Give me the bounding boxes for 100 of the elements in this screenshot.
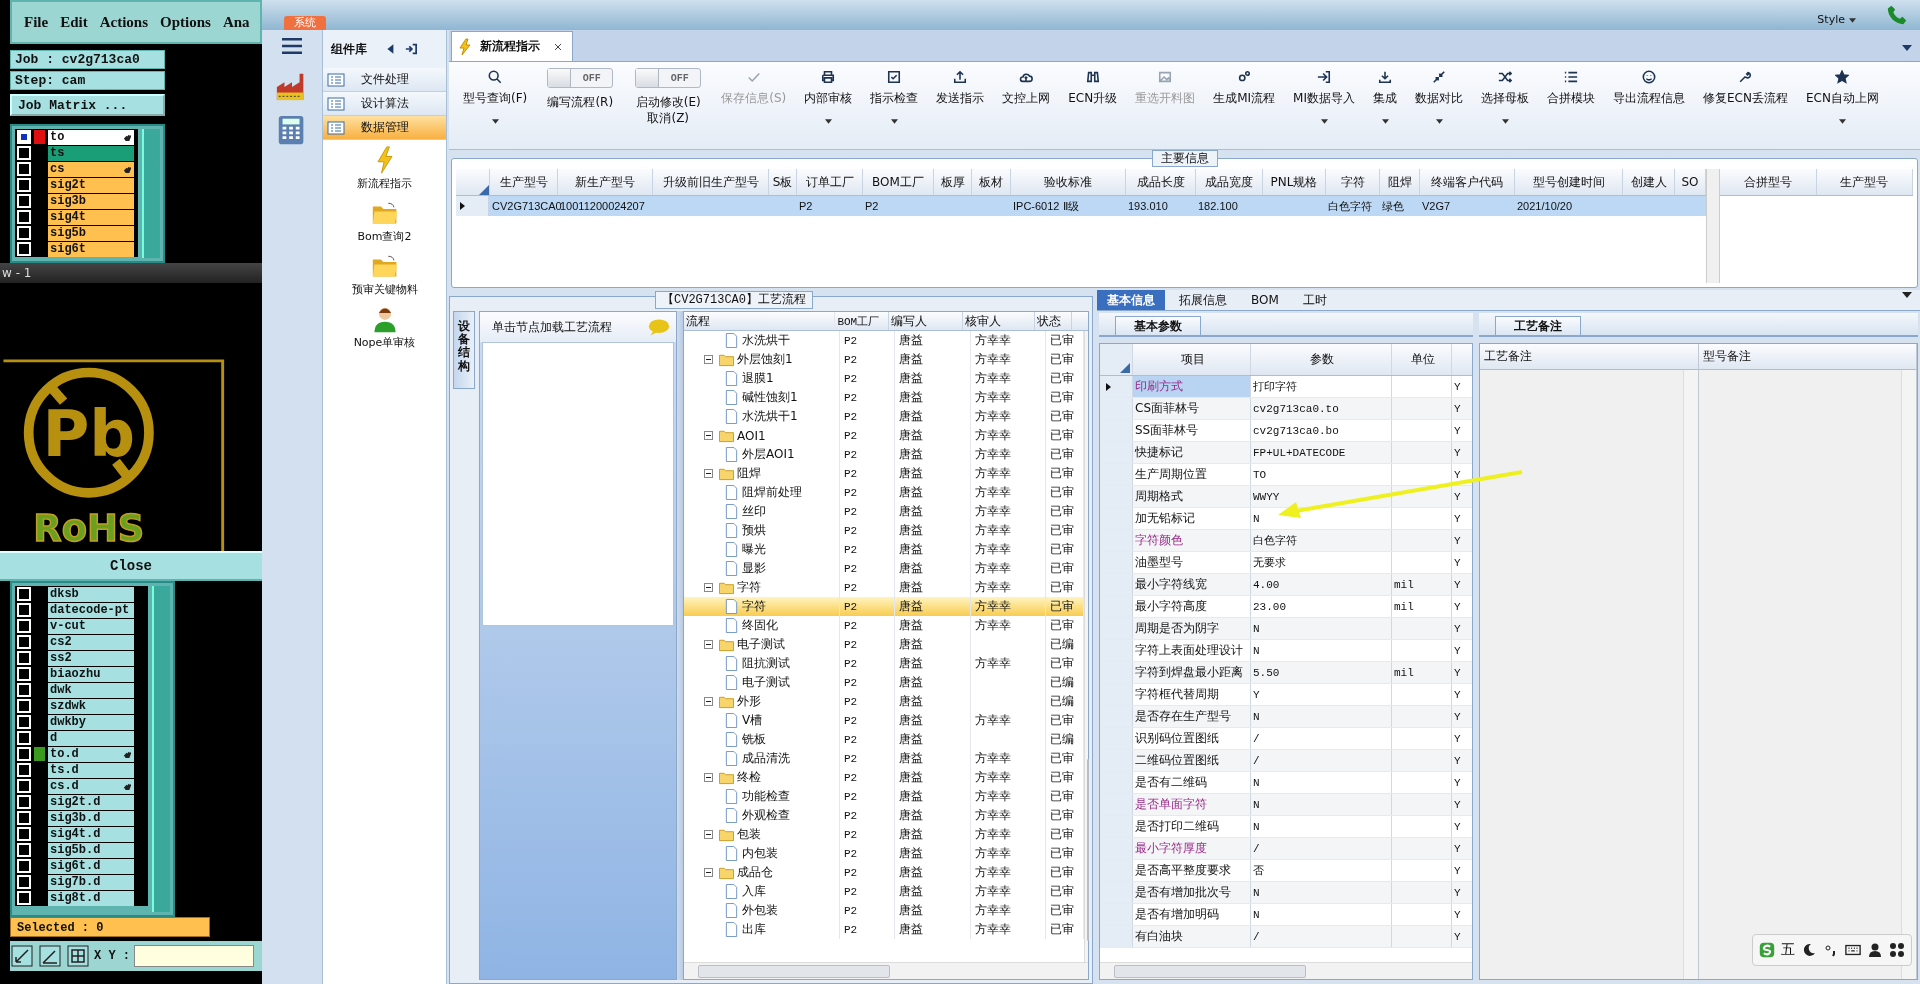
layer-name[interactable]: sig6t.d: [48, 858, 134, 874]
layer-name[interactable]: d: [48, 730, 134, 746]
layer-checkbox[interactable]: [17, 162, 31, 176]
tree-row[interactable]: 阻焊前处理 P2 唐益 方幸幸 已审: [684, 483, 1084, 502]
toolbar-button[interactable]: 数据对比: [1407, 68, 1471, 126]
tree-row[interactable]: V槽 P2 唐益 方幸幸 已审: [684, 711, 1084, 730]
panel-tab[interactable]: 基本信息: [1097, 290, 1165, 310]
layer-checkbox[interactable]: [17, 667, 31, 681]
tree-row[interactable]: 水洗烘干 P2 唐益 方幸幸 已审: [684, 331, 1084, 350]
table-row[interactable]: 是否存在生产型号 N Y: [1100, 706, 1472, 728]
toolbar-button[interactable]: 内部审核: [796, 68, 861, 126]
menu-item[interactable]: Actions: [99, 13, 148, 31]
collapse-toggle-icon[interactable]: [704, 355, 713, 364]
table-row[interactable]: 字符到焊盘最小距离 5.50 mil Y: [1100, 662, 1472, 684]
toolbar-button[interactable]: 合拼模块: [1539, 68, 1603, 109]
keyboard-icon[interactable]: [1845, 942, 1861, 958]
dropdown-icon[interactable]: [1902, 292, 1912, 298]
layer-checkbox[interactable]: [17, 194, 31, 208]
table-row[interactable]: 二维码位置图纸 / Y: [1100, 750, 1472, 772]
menu-icon[interactable]: [279, 36, 305, 56]
layer-checkbox[interactable]: [17, 699, 31, 713]
scrollbar[interactable]: [1682, 370, 1698, 979]
layer-checkbox[interactable]: [17, 811, 31, 825]
coordinate-field[interactable]: [134, 945, 254, 967]
layer-checkbox[interactable]: [17, 146, 31, 160]
column-header[interactable]: 升级前旧生产型号: [653, 169, 769, 195]
layer-checkbox[interactable]: [17, 715, 31, 729]
table-row[interactable]: 快捷标记 FP+UL+DATECODE Y: [1100, 442, 1472, 464]
zoom-fit-icon[interactable]: [10, 944, 34, 968]
toolbar-button[interactable]: 修复ECN丢流程: [1695, 68, 1796, 109]
tree-row[interactable]: 内包装 P2 唐益 方幸幸 已审: [684, 844, 1084, 863]
layer-checkbox[interactable]: [17, 587, 31, 601]
toolbar-button[interactable]: 型号查询(F): [455, 68, 536, 126]
tree-row[interactable]: 预烘 P2 唐益 方幸幸 已审: [684, 521, 1084, 540]
toolbar-button[interactable]: ECN自动上网: [1797, 68, 1887, 126]
column-header[interactable]: 终端客户代码: [1420, 169, 1515, 195]
style-menu[interactable]: Style: [1817, 13, 1856, 26]
layer-name[interactable]: v-cut: [48, 618, 134, 634]
layer-name[interactable]: sig5b.d: [48, 842, 134, 858]
column-header[interactable]: 型号创建时间: [1515, 169, 1623, 195]
document-tab[interactable]: 新流程指示: [451, 31, 573, 61]
menu-item[interactable]: File: [24, 13, 49, 31]
table-row[interactable]: CS面菲林号 cv2g713ca0.to Y: [1100, 398, 1472, 420]
layer-checkbox[interactable]: [17, 843, 31, 857]
table-row[interactable]: 是否单面字符 N Y: [1100, 794, 1472, 816]
layer-checkbox[interactable]: [17, 859, 31, 873]
layer-name[interactable]: biaozhu: [48, 666, 134, 682]
column-header[interactable]: BOM工厂: [835, 312, 889, 330]
layer-name[interactable]: sig2t.d: [48, 794, 134, 810]
panel-tab[interactable]: BOM: [1241, 290, 1289, 310]
column-header[interactable]: 单位: [1392, 344, 1452, 375]
layer-name[interactable]: sig8t.d: [48, 890, 134, 906]
tree-row[interactable]: 成品仓 P2 唐益 方幸幸 已审: [684, 863, 1084, 882]
column-header[interactable]: 参数: [1251, 344, 1392, 375]
horizontal-scrollbar[interactable]: [684, 962, 1088, 979]
layer-name[interactable]: datecode-pt: [48, 602, 134, 618]
collapse-toggle-icon[interactable]: [704, 830, 713, 839]
table-row[interactable]: CV2G713CA010011200024207 P2 P2 IPC-6012 Ⅱ级 193.010 182.100 白色字符 绿色 V2G7 2021/10/20: [456, 196, 1706, 216]
layer-name[interactable]: dwkby: [48, 714, 134, 730]
grid-icon[interactable]: [1889, 942, 1905, 958]
layer-name[interactable]: ts: [48, 145, 134, 161]
column-header[interactable]: 订单工厂: [797, 169, 863, 195]
tree-row[interactable]: 水洗烘干1 P2 唐益 方幸幸 已审: [684, 407, 1084, 426]
column-header[interactable]: 生产型号: [1816, 169, 1913, 195]
column-header[interactable]: 型号备注: [1698, 344, 1916, 370]
layer-name[interactable]: szdwk: [48, 698, 134, 714]
toolbar-button[interactable]: 文控上网: [994, 68, 1059, 109]
layer-checkbox[interactable]: [17, 210, 31, 224]
column-header[interactable]: 工艺备注: [1480, 344, 1698, 370]
grid-icon[interactable]: [66, 944, 90, 968]
s-logo-icon[interactable]: [1759, 942, 1775, 958]
tree-row[interactable]: 退膜1 P2 唐益 方幸幸 已审: [684, 369, 1084, 388]
layer-checkbox[interactable]: [17, 130, 31, 144]
layer-checkbox[interactable]: [17, 875, 31, 889]
phone-icon[interactable]: [1886, 4, 1908, 26]
tree-row[interactable]: 丝印 P2 唐益 方幸幸 已审: [684, 502, 1084, 521]
tree-row[interactable]: 字符 P2 唐益 方幸幸 已审: [684, 597, 1084, 616]
tree-row[interactable]: 入库 P2 唐益 方幸幸 已审: [684, 882, 1084, 901]
component-item[interactable]: Nope单审核: [353, 305, 416, 350]
column-header[interactable]: 板材: [972, 169, 1011, 195]
tree-row[interactable]: 外层AOI1 P2 唐益 方幸幸 已审: [684, 445, 1084, 464]
layer-name[interactable]: ts.d: [48, 762, 134, 778]
layer-checkbox[interactable]: [17, 242, 31, 256]
category-item[interactable]: 文件处理: [323, 68, 446, 92]
scrollbar[interactable]: [1901, 370, 1916, 979]
layer-checkbox[interactable]: [17, 763, 31, 777]
tree-row[interactable]: 阻抗测试 P2 唐益 方幸幸 已审: [684, 654, 1084, 673]
layer-checkbox[interactable]: [17, 603, 31, 617]
table-row[interactable]: 是否有增加批次号 N Y: [1100, 882, 1472, 904]
tree-row[interactable]: 碱性蚀刻1 P2 唐益 方幸幸 已审: [684, 388, 1084, 407]
layer-name[interactable]: sig4t: [48, 209, 134, 225]
collapse-toggle-icon[interactable]: [704, 868, 713, 877]
layer-name[interactable]: sig6t: [48, 241, 134, 257]
layer-checkbox[interactable]: [17, 731, 31, 745]
toolbar-button[interactable]: ECN升级: [1060, 68, 1126, 109]
table-row[interactable]: 最小字符厚度 / Y: [1100, 838, 1472, 860]
close-icon[interactable]: [554, 42, 562, 51]
column-header[interactable]: 字符: [1326, 169, 1380, 195]
collapse-toggle-icon[interactable]: [704, 469, 713, 478]
component-item[interactable]: Bom查询2: [357, 199, 412, 244]
